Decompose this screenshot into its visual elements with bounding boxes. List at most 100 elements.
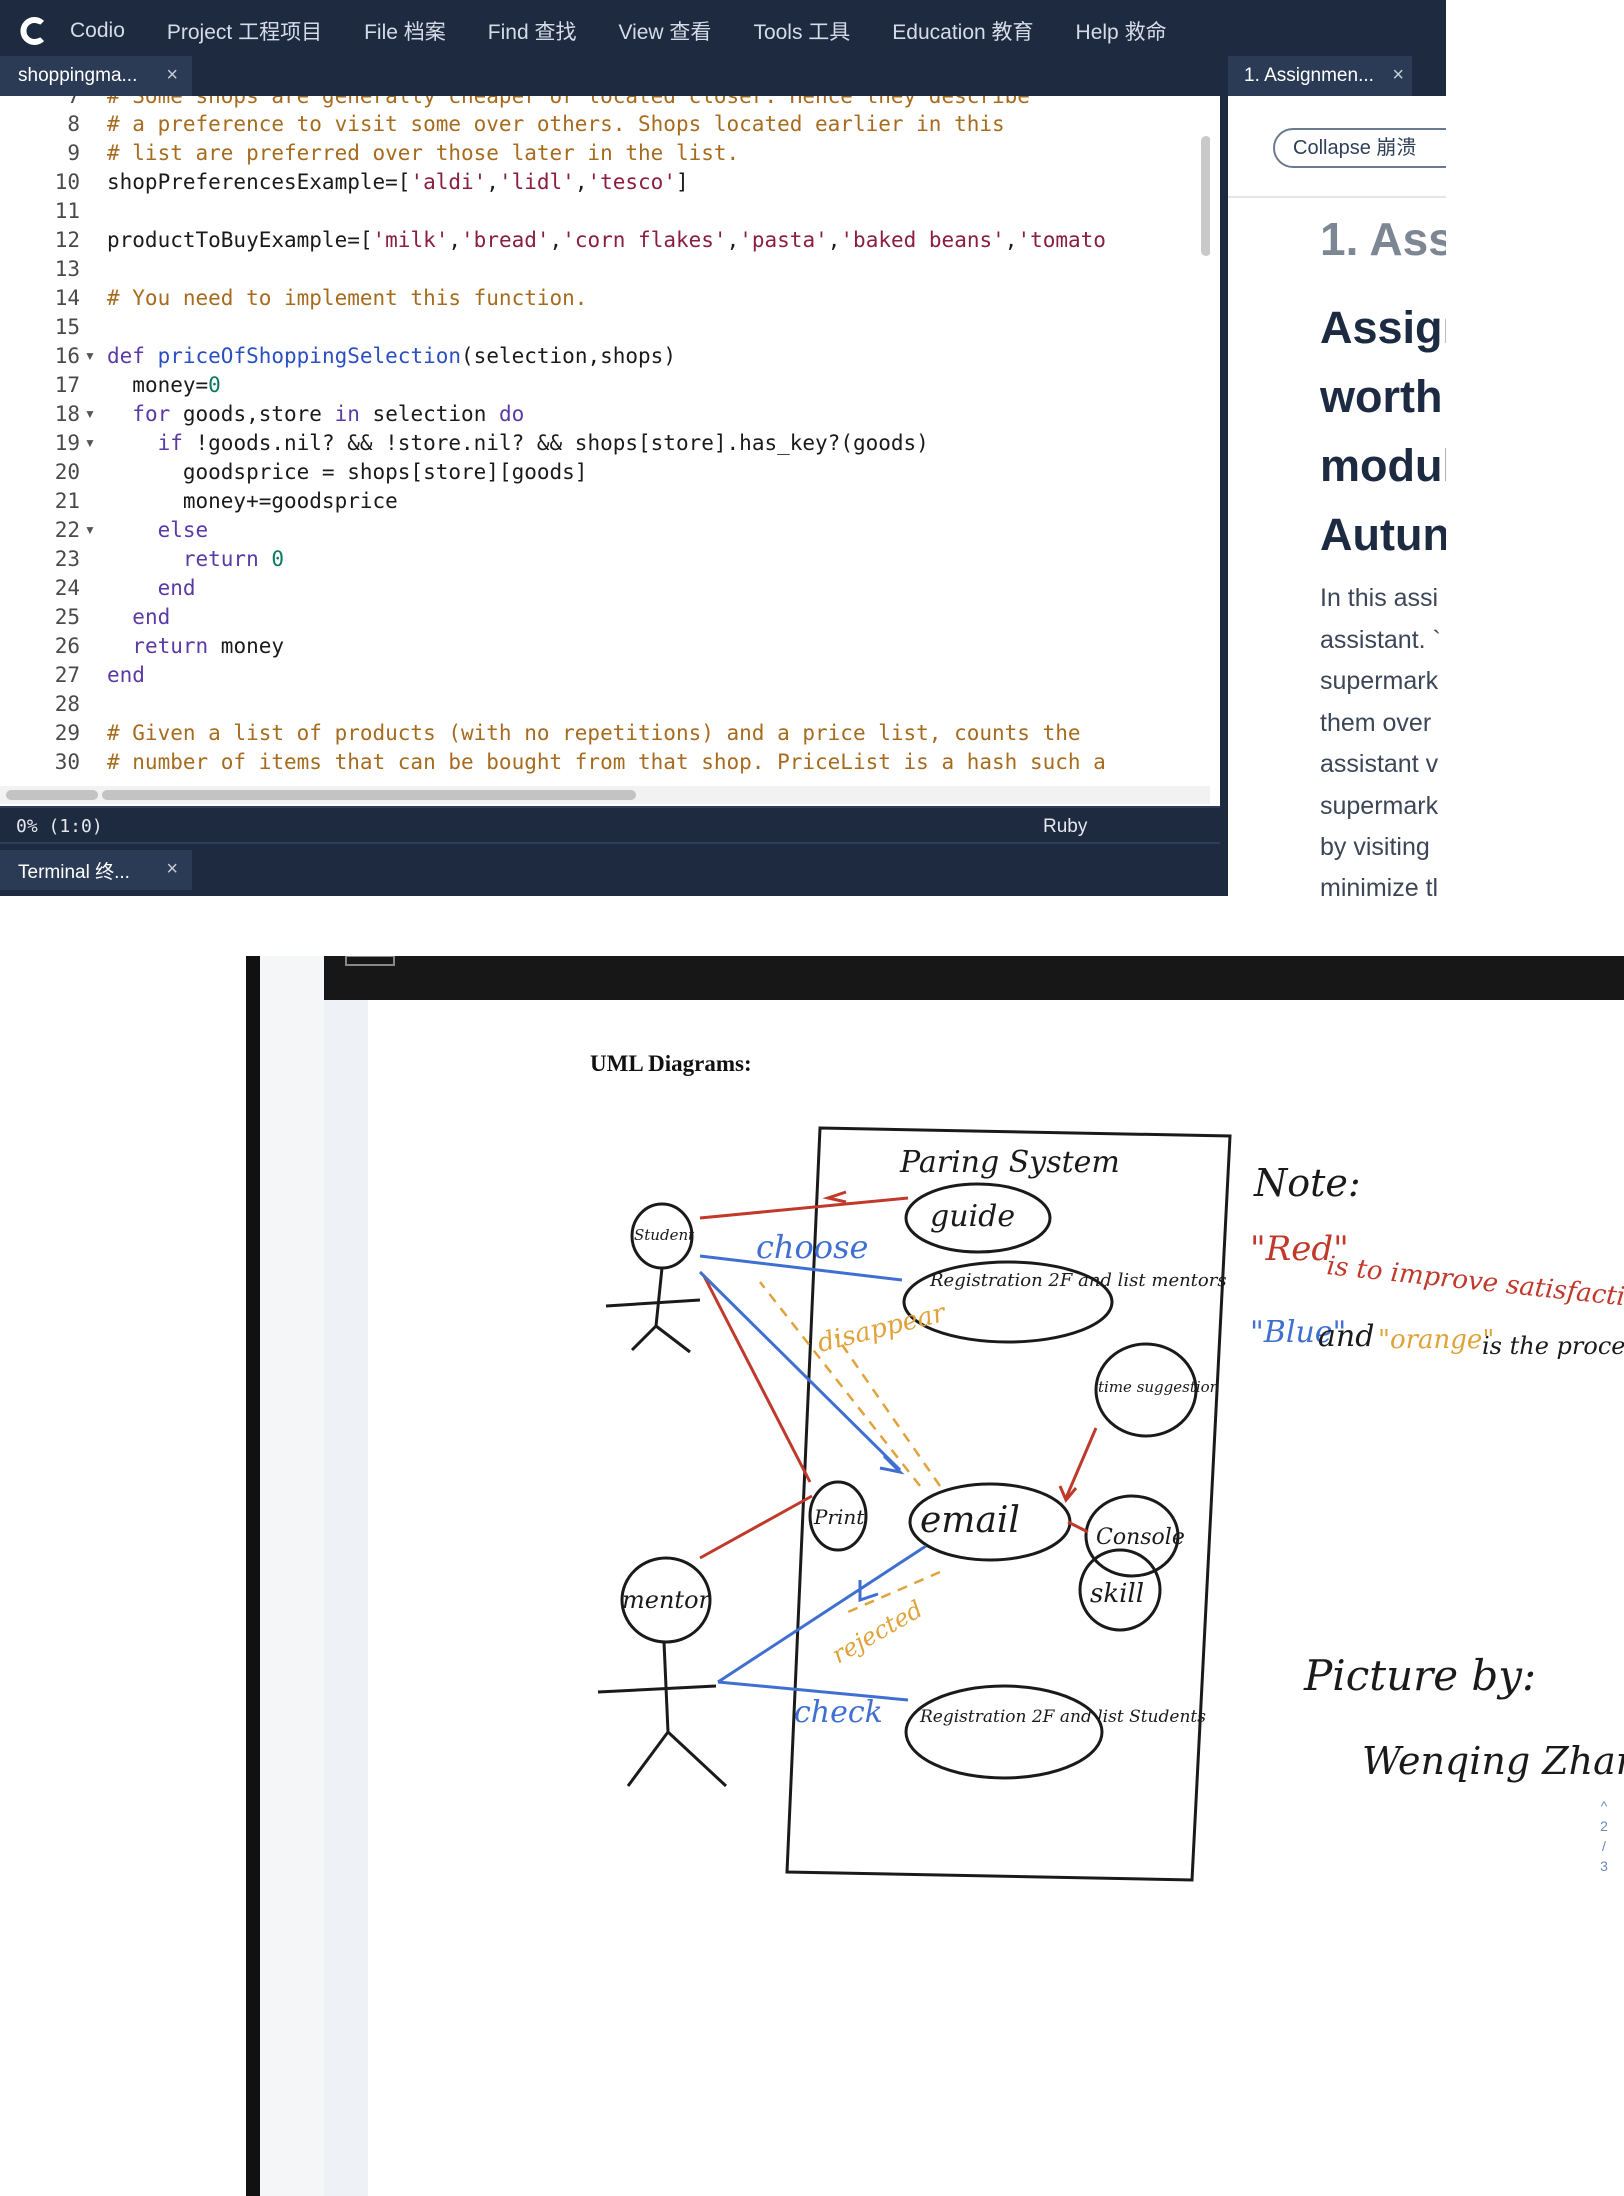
code-number: 0 bbox=[271, 547, 285, 571]
tab-label: Terminal 终... bbox=[18, 861, 130, 883]
line-number: 7 bbox=[67, 96, 80, 108]
close-icon[interactable]: × bbox=[1392, 64, 1404, 87]
code-line: for goods,store in selection do bbox=[107, 402, 524, 426]
code-line: money+=goodsprice bbox=[107, 489, 398, 513]
horizontal-scrollbar-thumb[interactable] bbox=[102, 790, 636, 800]
collapse-button[interactable]: Collapse 崩溃 bbox=[1273, 128, 1446, 168]
note-heading: Note: bbox=[1253, 1161, 1361, 1205]
code-line: # Some shops are generally cheaper or lo… bbox=[107, 96, 1030, 108]
red-arrow-head bbox=[822, 1190, 847, 1204]
line-number: 9 bbox=[67, 141, 80, 165]
page-total: 3 bbox=[1600, 1858, 1608, 1874]
code-token: selection bbox=[359, 402, 499, 426]
guide-heading-line: modul bbox=[1320, 440, 1446, 491]
codio-logo-icon[interactable] bbox=[0, 0, 70, 62]
code-token: , bbox=[486, 170, 499, 194]
note-orange-word: "orange" bbox=[1378, 1325, 1494, 1355]
panel-divider[interactable] bbox=[1220, 56, 1228, 896]
code-line: end bbox=[107, 605, 170, 629]
page-separator: / bbox=[1602, 1838, 1606, 1854]
edge-label-check: check bbox=[794, 1695, 883, 1730]
guide-section-title: 1. Ass bbox=[1320, 213, 1446, 265]
code-string: 'lidl' bbox=[498, 170, 575, 194]
code-line: return money bbox=[107, 634, 284, 658]
line-number: 29 bbox=[54, 721, 80, 745]
edge-label-disappear: disappear bbox=[814, 1298, 949, 1359]
code-string: 'milk' bbox=[372, 228, 449, 252]
code-token: , bbox=[574, 170, 588, 194]
use-case-label: Print bbox=[813, 1505, 865, 1529]
red-edge-console-email bbox=[1067, 1520, 1089, 1534]
code-line: end bbox=[107, 663, 145, 687]
line-number: 24 bbox=[54, 576, 80, 600]
line-number: 17 bbox=[54, 373, 80, 397]
code-line: # list are preferred over those later in… bbox=[107, 141, 740, 165]
blue-edge-student-email bbox=[698, 1270, 902, 1472]
fold-arrow-icon[interactable]: ▼ bbox=[84, 523, 96, 537]
language-indicator[interactable]: Ruby bbox=[1043, 816, 1087, 838]
code-line: shopPreferencesExample=['aldi','lidl','t… bbox=[107, 170, 689, 194]
document-screenshot: UML Diagrams: Paring System Student ment… bbox=[0, 896, 1624, 2196]
code-keyword: end bbox=[157, 576, 196, 600]
tab-shoppingmall-file[interactable]: shoppingma... × bbox=[0, 56, 192, 96]
menu-codio[interactable]: Codio bbox=[70, 19, 125, 43]
use-case-label: guide bbox=[930, 1199, 1015, 1234]
orange-edge-email-registration bbox=[834, 1335, 942, 1487]
line-number: 13 bbox=[54, 257, 80, 281]
fold-arrow-icon[interactable]: ▼ bbox=[84, 436, 96, 450]
use-case-label: Console bbox=[1096, 1525, 1185, 1550]
mentor-label: mentor bbox=[622, 1586, 712, 1614]
chevron-up-icon[interactable]: ^ bbox=[1592, 1796, 1616, 1816]
menu-education[interactable]: Education 教育 bbox=[892, 16, 1033, 46]
code-editor[interactable]: 7 8 9 10 11 12 13 14 15 16 17 18 19 20 2… bbox=[0, 96, 1210, 786]
tab-assignment[interactable]: 1. Assignmen... × bbox=[1228, 56, 1412, 96]
code-line: money=0 bbox=[107, 373, 221, 397]
code-line: # You need to implement this function. bbox=[107, 286, 588, 310]
code-keyword: end bbox=[132, 605, 171, 629]
cursor-position: 0% (1:0) bbox=[16, 816, 103, 837]
line-number: 23 bbox=[54, 547, 80, 571]
close-icon[interactable]: × bbox=[166, 64, 178, 87]
line-number: 21 bbox=[54, 489, 80, 513]
line-number: 30 bbox=[54, 750, 80, 774]
close-icon[interactable]: × bbox=[166, 858, 178, 881]
code-keyword: else bbox=[157, 518, 209, 542]
edge-label-choose: choose bbox=[756, 1228, 868, 1266]
code-token: money+=goodsprice bbox=[182, 489, 398, 513]
edge-label-rejected: rejected bbox=[827, 1595, 928, 1669]
system-label: Paring System bbox=[899, 1145, 1120, 1180]
menu-help[interactable]: Help 救命 bbox=[1076, 16, 1167, 46]
line-number: 25 bbox=[54, 605, 80, 629]
code-keyword: return bbox=[132, 634, 209, 658]
code-token: money bbox=[208, 634, 285, 658]
guide-heading-line: worth bbox=[1320, 371, 1443, 422]
code-token: , bbox=[1004, 228, 1018, 252]
menu-project[interactable]: Project 工程项目 bbox=[167, 16, 322, 46]
code-token: , bbox=[726, 228, 740, 252]
menu-view[interactable]: View 查看 bbox=[618, 16, 711, 46]
horizontal-scrollbar-gutter-thumb[interactable] bbox=[6, 790, 98, 800]
guide-paragraph-line: supermark bbox=[1320, 667, 1439, 695]
line-number: 26 bbox=[54, 634, 80, 658]
guide-paragraph-line: In this assi bbox=[1320, 584, 1439, 612]
code-line: else bbox=[107, 518, 209, 542]
fold-arrow-icon[interactable]: ▼ bbox=[84, 407, 96, 421]
code-line: goodsprice = shops[store][goods] bbox=[107, 460, 588, 484]
vertical-scrollbar-thumb[interactable] bbox=[1201, 136, 1210, 256]
line-number: 22 bbox=[54, 518, 80, 542]
page-indicator[interactable]: ^ 2 / 3 bbox=[1592, 1796, 1616, 1876]
tab-terminal[interactable]: Terminal 终... × bbox=[0, 850, 192, 890]
menu-tools[interactable]: Tools 工具 bbox=[753, 16, 850, 46]
menu-find[interactable]: Find 查找 bbox=[488, 16, 577, 46]
line-number: 20 bbox=[54, 460, 80, 484]
menu-file[interactable]: File 档案 bbox=[364, 16, 446, 46]
use-case-label: Registration 2F and list Students bbox=[919, 1707, 1206, 1727]
divider bbox=[1228, 196, 1446, 198]
use-case-label: Registration 2F and list mentors bbox=[929, 1270, 1227, 1291]
use-case-label: skill bbox=[1090, 1579, 1144, 1609]
red-edge-mentor-print bbox=[699, 1494, 813, 1560]
fold-arrow-icon[interactable]: ▼ bbox=[84, 349, 96, 363]
uml-sketch: Paring System Student mentor guide Regis… bbox=[597, 1126, 1624, 1882]
guide-tab-bar: 1. Assignmen... × bbox=[1228, 56, 1446, 96]
tab-label: shoppingma... bbox=[18, 65, 138, 86]
